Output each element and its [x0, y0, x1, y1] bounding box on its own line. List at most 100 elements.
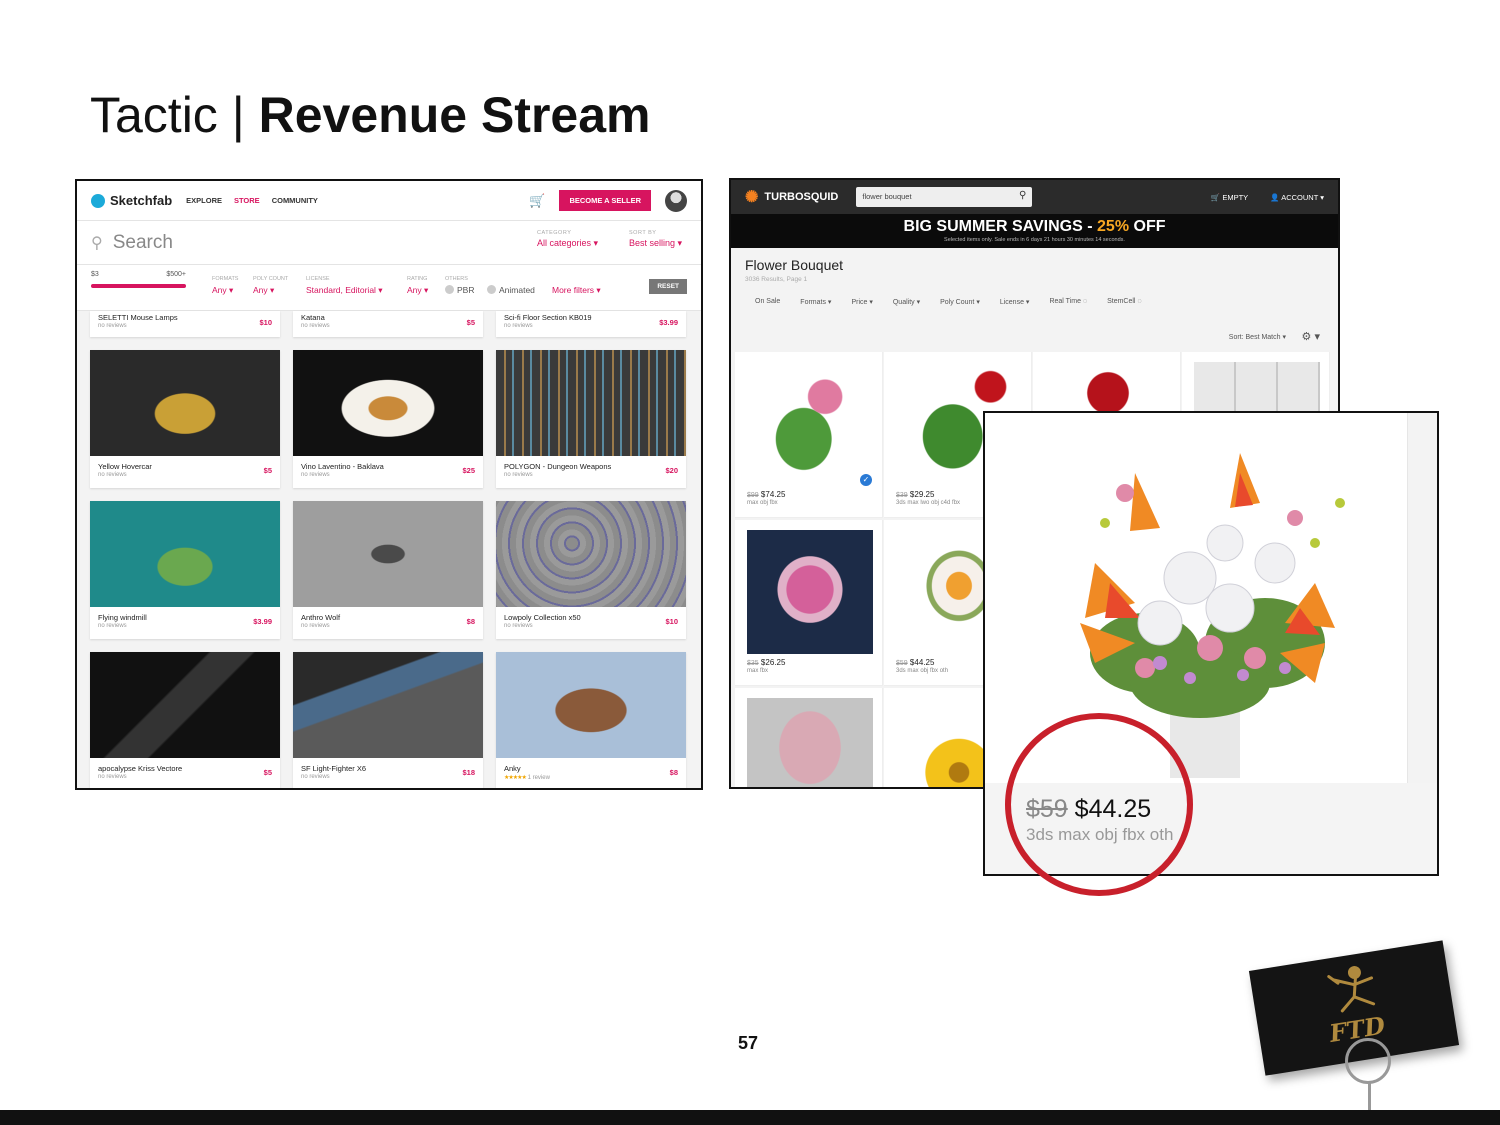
- card-holder-ring-icon: [1345, 1038, 1391, 1084]
- filter-on-sale[interactable]: On Sale: [755, 298, 780, 306]
- filter-value: Any: [212, 285, 227, 295]
- cart-link[interactable]: 🛒 EMPTY: [1211, 193, 1248, 202]
- model-thumbnail: [496, 350, 686, 456]
- sale-price: $74.25: [760, 490, 786, 499]
- filter-poly-count[interactable]: Poly Count ▾: [940, 298, 980, 306]
- model-thumbnail: [496, 652, 686, 758]
- model-thumbnail: [293, 652, 483, 758]
- model-name: Anthro Wolf: [301, 613, 341, 622]
- search-icon[interactable]: ⚲: [1019, 190, 1026, 201]
- filter-real-time[interactable]: Real Time ◌: [1049, 298, 1087, 306]
- model-card[interactable]: Lowpoly Collection x50 no reviews $10: [496, 501, 686, 639]
- title-regular: Tactic: [90, 87, 218, 143]
- filter-stemcell[interactable]: StemCell ◌: [1107, 298, 1142, 306]
- filter-poly-count[interactable]: POLY COUNT Any ▾: [253, 276, 288, 296]
- review-count: 1 review: [527, 775, 550, 781]
- model-card[interactable]: POLYGON - Dungeon Weapons no reviews $20: [496, 350, 686, 488]
- model-reviews: no reviews: [504, 472, 533, 478]
- cart-icon[interactable]: 🛒: [529, 193, 545, 209]
- price-min: $3: [91, 271, 99, 278]
- sort-select[interactable]: SORT BY Best selling ▾: [629, 230, 682, 249]
- filter-value: Any: [407, 285, 422, 295]
- sale-price: $26.25: [760, 658, 786, 667]
- model-card[interactable]: Katana no reviews $5: [293, 311, 483, 337]
- results-title: Flower Bouquet: [745, 257, 844, 273]
- model-price: $8: [669, 768, 678, 777]
- category-value: All categories: [537, 238, 592, 248]
- price-slider[interactable]: $3 $500+: [91, 271, 186, 288]
- filter-label: POLY COUNT: [253, 276, 289, 282]
- filter-animated[interactable]: Animated: [487, 285, 535, 295]
- pbr-checkbox[interactable]: [445, 285, 454, 294]
- sketchfab-filters: $3 $500+ FORMATS Any ▾ POLY COUNT Any ▾ LIC…: [77, 265, 701, 311]
- avatar[interactable]: [665, 189, 687, 212]
- sketchfab-logo[interactable]: Sketchfab: [91, 193, 172, 208]
- title-separator: |: [231, 87, 245, 143]
- sketchfab-header: Sketchfab EXPLORE STORE COMMUNITY 🛒 BECO…: [77, 181, 701, 221]
- search-input[interactable]: flower bouquet ⚲: [856, 187, 1033, 207]
- model-reviews: no reviews: [301, 623, 330, 629]
- filter-label: RATING: [407, 276, 428, 282]
- model-card[interactable]: apocalypse Kriss Vectore no reviews $5: [90, 652, 280, 788]
- model-card[interactable]: Yellow Hovercar no reviews $5: [90, 350, 280, 488]
- model-name: apocalypse Kriss Vectore: [98, 764, 183, 773]
- slide-title: Tactic | Revenue Stream: [90, 86, 650, 144]
- model-reviews: no reviews: [98, 323, 127, 329]
- turbosquid-header: ✺ TURBOSQUID flower bouquet ⚲ 🛒 EMPTY 👤 AC…: [731, 180, 1338, 214]
- sort-select[interactable]: Sort: Best Match ▾: [1229, 333, 1286, 341]
- nav-explore[interactable]: EXPLORE: [186, 196, 222, 205]
- filter-formats[interactable]: Formats ▾: [800, 298, 831, 306]
- animated-checkbox[interactable]: [487, 285, 496, 294]
- model-card[interactable]: Vino Laventino - Baklava no reviews $25: [293, 350, 483, 488]
- category-select[interactable]: CATEGORY All categories ▾: [537, 230, 598, 249]
- filter-rating[interactable]: RATING Any ▾: [407, 276, 428, 296]
- filter-price[interactable]: Price ▾: [851, 298, 872, 306]
- turbosquid-logo[interactable]: ✺ TURBOSQUID: [745, 187, 838, 207]
- account-menu[interactable]: 👤 ACCOUNT ▾: [1270, 193, 1324, 202]
- model-card[interactable]: Flying windmill no reviews $3.99: [90, 501, 280, 639]
- old-price: $59: [896, 660, 908, 667]
- sketchfab-search-bar: ⚲ Search CATEGORY All categories ▾ SORT B…: [77, 221, 701, 265]
- filter-pbr[interactable]: OTHERS PBR: [445, 276, 474, 295]
- model-reviews: no reviews: [504, 623, 533, 629]
- model-thumbnail: [293, 501, 483, 607]
- model-card[interactable]: SF Light-Fighter X6 no reviews $18: [293, 652, 483, 788]
- product-card[interactable]: $35 $26.25 max fbx: [735, 520, 883, 686]
- filter-formats[interactable]: FORMATS Any ▾: [212, 276, 238, 296]
- filter-bar: On Sale Formats ▾ Price ▾ Quality ▾ Poly…: [755, 298, 1142, 306]
- model-card[interactable]: SELETTI Mouse Lamps no reviews $10: [90, 311, 280, 337]
- product-card[interactable]: ✓ $99 $74.25 max obj fbx: [735, 352, 883, 518]
- sort-value: Best selling: [629, 238, 676, 248]
- banner-accent: 25%: [1097, 218, 1130, 235]
- old-price: $35: [747, 660, 759, 667]
- filter-label: LICENSE: [306, 276, 330, 282]
- filter-quality[interactable]: Quality ▾: [893, 298, 920, 306]
- reset-button[interactable]: RESET: [649, 279, 687, 294]
- filter-license[interactable]: LICENSE Standard, Editorial ▾: [306, 276, 383, 296]
- search-input[interactable]: Search: [113, 232, 173, 254]
- model-card[interactable]: Anky ★★★★★ 1 review $8: [496, 652, 686, 788]
- cart-label: EMPTY: [1222, 192, 1249, 202]
- price-slider-bar[interactable]: [91, 284, 186, 288]
- model-name: Lowpoly Collection x50: [504, 613, 581, 622]
- model-price: $25: [462, 466, 475, 475]
- sale-banner[interactable]: BIG SUMMER SAVINGS - 25% OFF Selected it…: [731, 214, 1338, 248]
- model-name: Yellow Hovercar: [98, 462, 152, 471]
- model-card[interactable]: Sci-fi Floor Section KB019 no reviews $3.9…: [496, 311, 686, 337]
- more-filters-link[interactable]: More filters ▾: [552, 285, 601, 296]
- sale-price: $29.25: [909, 490, 935, 499]
- category-label: CATEGORY: [537, 230, 572, 236]
- model-card[interactable]: Anthro Wolf no reviews $8: [293, 501, 483, 639]
- filter-license[interactable]: License ▾: [1000, 298, 1030, 306]
- become-seller-button[interactable]: BECOME A SELLER: [559, 190, 651, 211]
- product-card[interactable]: [735, 688, 883, 787]
- filter-label: FORMATS: [212, 276, 239, 282]
- nav-community[interactable]: COMMUNITY: [272, 196, 318, 205]
- nav-store[interactable]: STORE: [234, 196, 260, 205]
- gear-icon[interactable]: ⚙ ▾: [1302, 330, 1320, 343]
- model-reviews: no reviews: [98, 472, 127, 478]
- more-filters-label: More filters: [552, 285, 595, 295]
- model-name: Vino Laventino - Baklava: [301, 462, 384, 471]
- filter-label: License: [999, 299, 1024, 306]
- filter-label: OTHERS: [445, 276, 468, 282]
